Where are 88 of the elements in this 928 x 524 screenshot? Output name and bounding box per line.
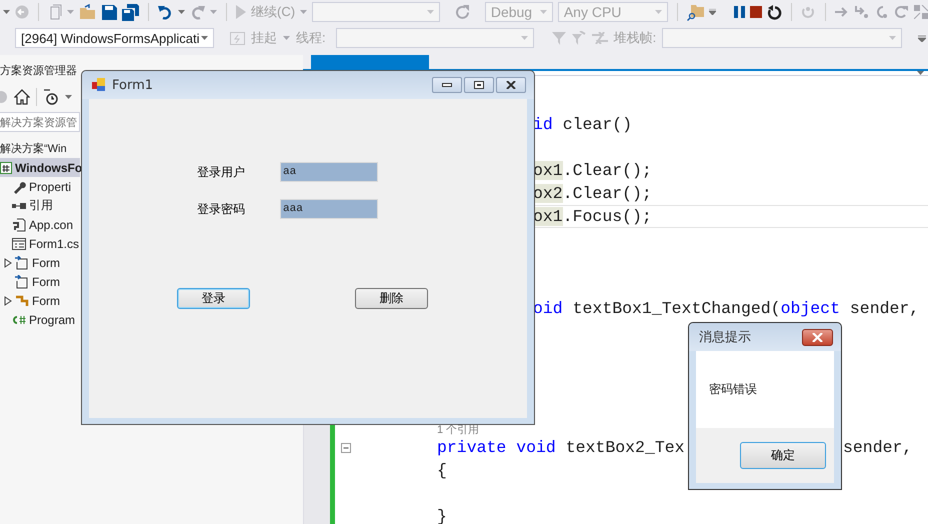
caret-icon[interactable] xyxy=(300,10,308,14)
thread-label: 线程: xyxy=(296,29,326,47)
stack-frame-dropdown[interactable] xyxy=(662,28,902,48)
undo-icon[interactable] xyxy=(158,4,173,20)
close-button[interactable] xyxy=(496,77,526,93)
overflow-icon[interactable] xyxy=(918,34,926,42)
form-button[interactable]: 删除 xyxy=(355,288,428,309)
restart-icon[interactable] xyxy=(766,4,782,20)
stack-frame-label: 堆栈帧: xyxy=(614,29,656,47)
minimize-icon xyxy=(442,83,452,87)
code-file-icon xyxy=(15,256,29,270)
tree-item[interactable]: 引用 xyxy=(0,196,80,215)
caret-icon[interactable] xyxy=(65,95,72,99)
window-title: Form1 xyxy=(112,78,154,92)
csharp-file-icon xyxy=(12,314,26,324)
references-icon xyxy=(12,202,26,210)
redo-icon[interactable] xyxy=(190,4,205,20)
expand-arrow-icon[interactable] xyxy=(4,258,12,268)
code-line: ox1.Focus(); xyxy=(533,207,652,226)
history-icon[interactable] xyxy=(43,89,59,105)
message-text: 密码错误 xyxy=(709,381,757,398)
caret-icon[interactable] xyxy=(283,36,290,40)
step-out-icon[interactable] xyxy=(894,5,909,19)
refresh-icon[interactable] xyxy=(454,4,470,20)
form-file-icon xyxy=(12,238,26,250)
panel-title: 方案资源管理器 xyxy=(0,64,77,78)
open-folder-icon[interactable] xyxy=(79,4,97,20)
save-all-icon[interactable] xyxy=(122,4,139,20)
filter-icon[interactable] xyxy=(552,31,566,45)
new-item-icon[interactable] xyxy=(48,4,62,20)
caret-icon[interactable] xyxy=(3,10,10,14)
step-into-icon[interactable] xyxy=(854,5,869,19)
tree-item[interactable]: Form xyxy=(0,253,80,272)
minimize-button[interactable] xyxy=(432,77,462,93)
overflow-icon[interactable] xyxy=(708,9,716,15)
code-line: ox1.Clear(); xyxy=(533,161,652,180)
stop-icon[interactable] xyxy=(750,6,762,18)
tree-item[interactable]: Form xyxy=(0,272,80,291)
suspend-icon[interactable] xyxy=(230,32,245,44)
expand-arrow-icon[interactable] xyxy=(4,296,12,306)
save-icon[interactable] xyxy=(102,4,117,20)
dialog-title: 消息提示 xyxy=(699,329,752,346)
form-button[interactable]: 登录 xyxy=(177,288,250,309)
pause-icon[interactable] xyxy=(734,6,745,18)
caret-icon[interactable] xyxy=(67,10,74,14)
swap-icon[interactable] xyxy=(592,32,608,44)
tree-item[interactable]: Form xyxy=(0,291,80,310)
code-file-icon xyxy=(15,274,29,288)
input-field[interactable]: aaa xyxy=(280,199,378,219)
close-icon xyxy=(506,81,516,89)
dropdown[interactable] xyxy=(312,2,440,22)
code-line: oid textBox1_TextChanged(object sender, xyxy=(533,299,920,318)
close-button[interactable] xyxy=(802,328,833,346)
collapse-icon[interactable] xyxy=(341,442,351,452)
process-dropdown[interactable]: [2964] WindowsFormsApplicati xyxy=(15,28,214,48)
flag-filter-icon[interactable] xyxy=(572,31,586,45)
tree-item[interactable]: Properti xyxy=(0,177,80,196)
input-field[interactable]: aa xyxy=(280,162,378,182)
field-label: 登录用户 xyxy=(197,164,246,180)
ok-button[interactable]: 确定 xyxy=(740,442,826,469)
close-icon xyxy=(812,332,823,342)
code-line: ox2.Clear(); xyxy=(533,184,652,203)
tree-item[interactable]: Program xyxy=(0,310,80,329)
caret-icon[interactable] xyxy=(178,10,185,14)
resources-icon xyxy=(15,294,29,308)
search-field[interactable]: 解决方案资源管 xyxy=(0,112,80,132)
tree-item[interactable]: App.con xyxy=(0,215,80,234)
home-icon[interactable] xyxy=(14,89,30,105)
code-line: sender, xyxy=(842,438,914,457)
form-icon xyxy=(92,78,106,92)
tree-item[interactable]: Form1.cs xyxy=(0,234,80,253)
arrow-right-icon[interactable] xyxy=(834,6,849,18)
maximize-button[interactable] xyxy=(464,77,494,93)
solution-item[interactable]: 解决方案“Win xyxy=(0,141,67,156)
find-icon[interactable] xyxy=(686,4,704,20)
play-icon[interactable] xyxy=(236,5,246,19)
field-label: 登录密码 xyxy=(197,200,246,218)
thread-dropdown[interactable] xyxy=(336,28,534,48)
caret-icon[interactable] xyxy=(201,36,208,40)
code-line: private void textBox2_Tex xyxy=(437,438,685,457)
code-line: id clear() xyxy=(533,115,632,134)
wrench-icon xyxy=(12,180,26,194)
config-file-icon xyxy=(12,218,26,232)
csharp-project-icon xyxy=(0,162,12,174)
caret-icon[interactable] xyxy=(210,10,217,14)
tree-item[interactable]: WindowsFo xyxy=(0,158,80,177)
maximize-icon xyxy=(474,81,484,89)
code-line: { xyxy=(437,461,447,480)
